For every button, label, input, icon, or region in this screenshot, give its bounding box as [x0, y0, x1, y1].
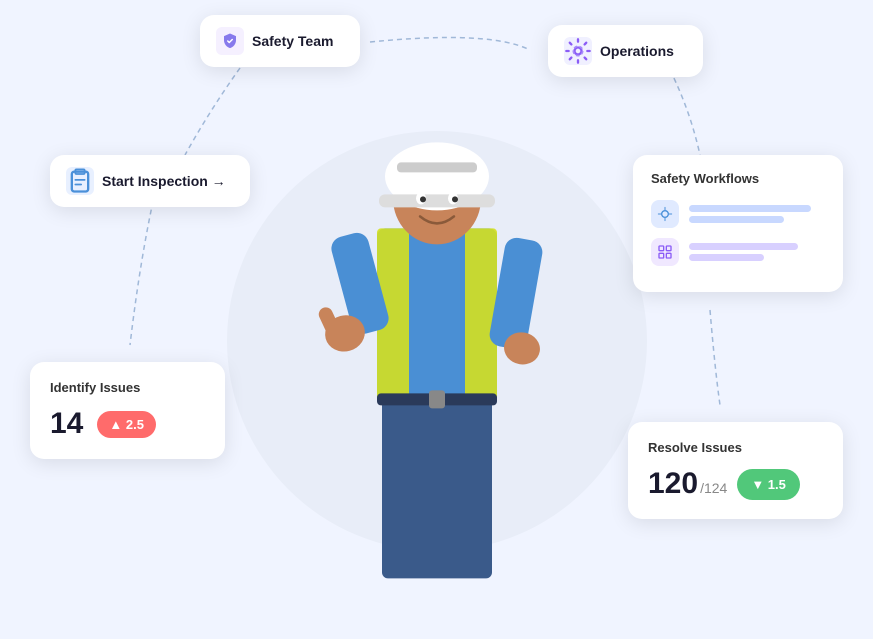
workflow-bar-2b: [689, 254, 764, 261]
scene: Safety Team Operations Start Inspection …: [0, 0, 873, 639]
workflow-bars-1: [689, 205, 825, 223]
workflow-bar-2a: [689, 243, 798, 250]
resolve-issues-badge: ▼ 1.5: [737, 469, 800, 500]
start-inspection-card[interactable]: Start Inspection →: [50, 155, 250, 207]
workflow-bar-1a: [689, 205, 811, 212]
safety-workflows-card: Safety Workflows: [633, 155, 843, 292]
start-inspection-label: Start Inspection →: [102, 173, 226, 189]
resolve-issues-count: 120: [648, 467, 698, 501]
safety-team-card: Safety Team: [200, 15, 360, 67]
workflow-icon-2: [651, 238, 679, 266]
operations-card: Operations: [548, 25, 703, 77]
workflow-bars-2: [689, 243, 825, 261]
operations-label: Operations: [600, 43, 674, 59]
workflow-row-1: [651, 200, 825, 228]
identify-issues-count: 14: [50, 407, 83, 441]
resolve-issues-title: Resolve Issues: [648, 440, 823, 455]
workflow-bar-1b: [689, 216, 784, 223]
clipboard-icon: [66, 167, 94, 195]
identify-issues-title: Identify Issues: [50, 380, 205, 395]
gear-icon: [564, 37, 592, 65]
safety-team-label: Safety Team: [252, 33, 333, 49]
workflow-icon-1: [651, 200, 679, 228]
identify-issues-card: Identify Issues 14 ▲ 2.5: [30, 362, 225, 459]
identify-issues-badge: ▲ 2.5: [97, 411, 156, 438]
resolve-issues-count-sub: /124: [700, 480, 727, 496]
safety-workflows-title: Safety Workflows: [651, 171, 825, 186]
shield-icon: [216, 27, 244, 55]
resolve-issues-card: Resolve Issues 120 /124 ▼ 1.5: [628, 422, 843, 519]
workflow-row-2: [651, 238, 825, 266]
worker-figure: [277, 118, 597, 598]
